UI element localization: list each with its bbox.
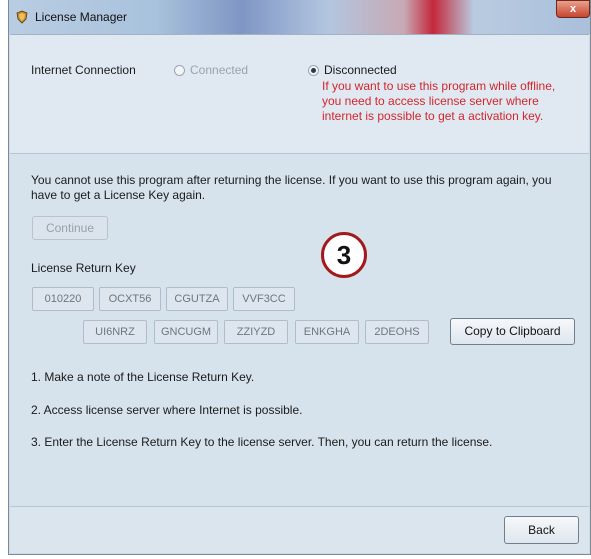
license-manager-window: License Manager x Internet Connection Co… xyxy=(8,0,591,555)
title-bar: License Manager x xyxy=(9,0,590,34)
window-title: License Manager xyxy=(35,10,128,24)
return-key-field-2: OCXT56 xyxy=(99,287,161,311)
close-icon: x xyxy=(569,3,577,15)
continue-button[interactable]: Continue xyxy=(32,216,108,240)
step-number-badge: 3 xyxy=(321,232,367,278)
return-key-field-5: UI6NRZ xyxy=(83,320,147,344)
return-key-field-9: 2DEOHS xyxy=(365,320,429,344)
instruction-step-3: 3. Enter the License Return Key to the l… xyxy=(31,435,493,449)
copy-to-clipboard-button[interactable]: Copy to Clipboard xyxy=(450,318,575,345)
return-info-text: You cannot use this program after return… xyxy=(31,173,552,202)
back-button[interactable]: Back xyxy=(504,516,579,544)
close-button[interactable]: x xyxy=(556,0,590,18)
app-shield-icon xyxy=(15,10,29,24)
connection-panel: Internet Connection Connected Disconnect… xyxy=(10,35,589,154)
internet-connection-label: Internet Connection xyxy=(31,63,136,77)
connected-label: Connected xyxy=(190,63,249,77)
instruction-step-1: 1. Make a note of the License Return Key… xyxy=(31,370,255,384)
disconnected-label: Disconnected xyxy=(324,63,397,77)
return-key-field-8: ENKGHA xyxy=(295,320,359,344)
offline-warning-text: If you want to use this program while of… xyxy=(322,79,556,123)
license-return-key-label: License Return Key xyxy=(31,261,136,275)
connected-radio[interactable] xyxy=(174,65,185,76)
dialog-body: Internet Connection Connected Disconnect… xyxy=(10,34,589,553)
return-key-field-4: VVF3CC xyxy=(233,287,295,311)
return-key-field-3: CGUTZA xyxy=(166,287,228,311)
instruction-step-2: 2. Access license server where Internet … xyxy=(31,403,303,417)
disconnected-radio[interactable] xyxy=(308,65,319,76)
return-key-field-7: ZZIYZD xyxy=(224,320,288,344)
return-key-field-6: GNCUGM xyxy=(154,320,218,344)
dialog-footer: Back xyxy=(10,506,589,553)
return-key-field-1: 010220 xyxy=(32,287,94,311)
